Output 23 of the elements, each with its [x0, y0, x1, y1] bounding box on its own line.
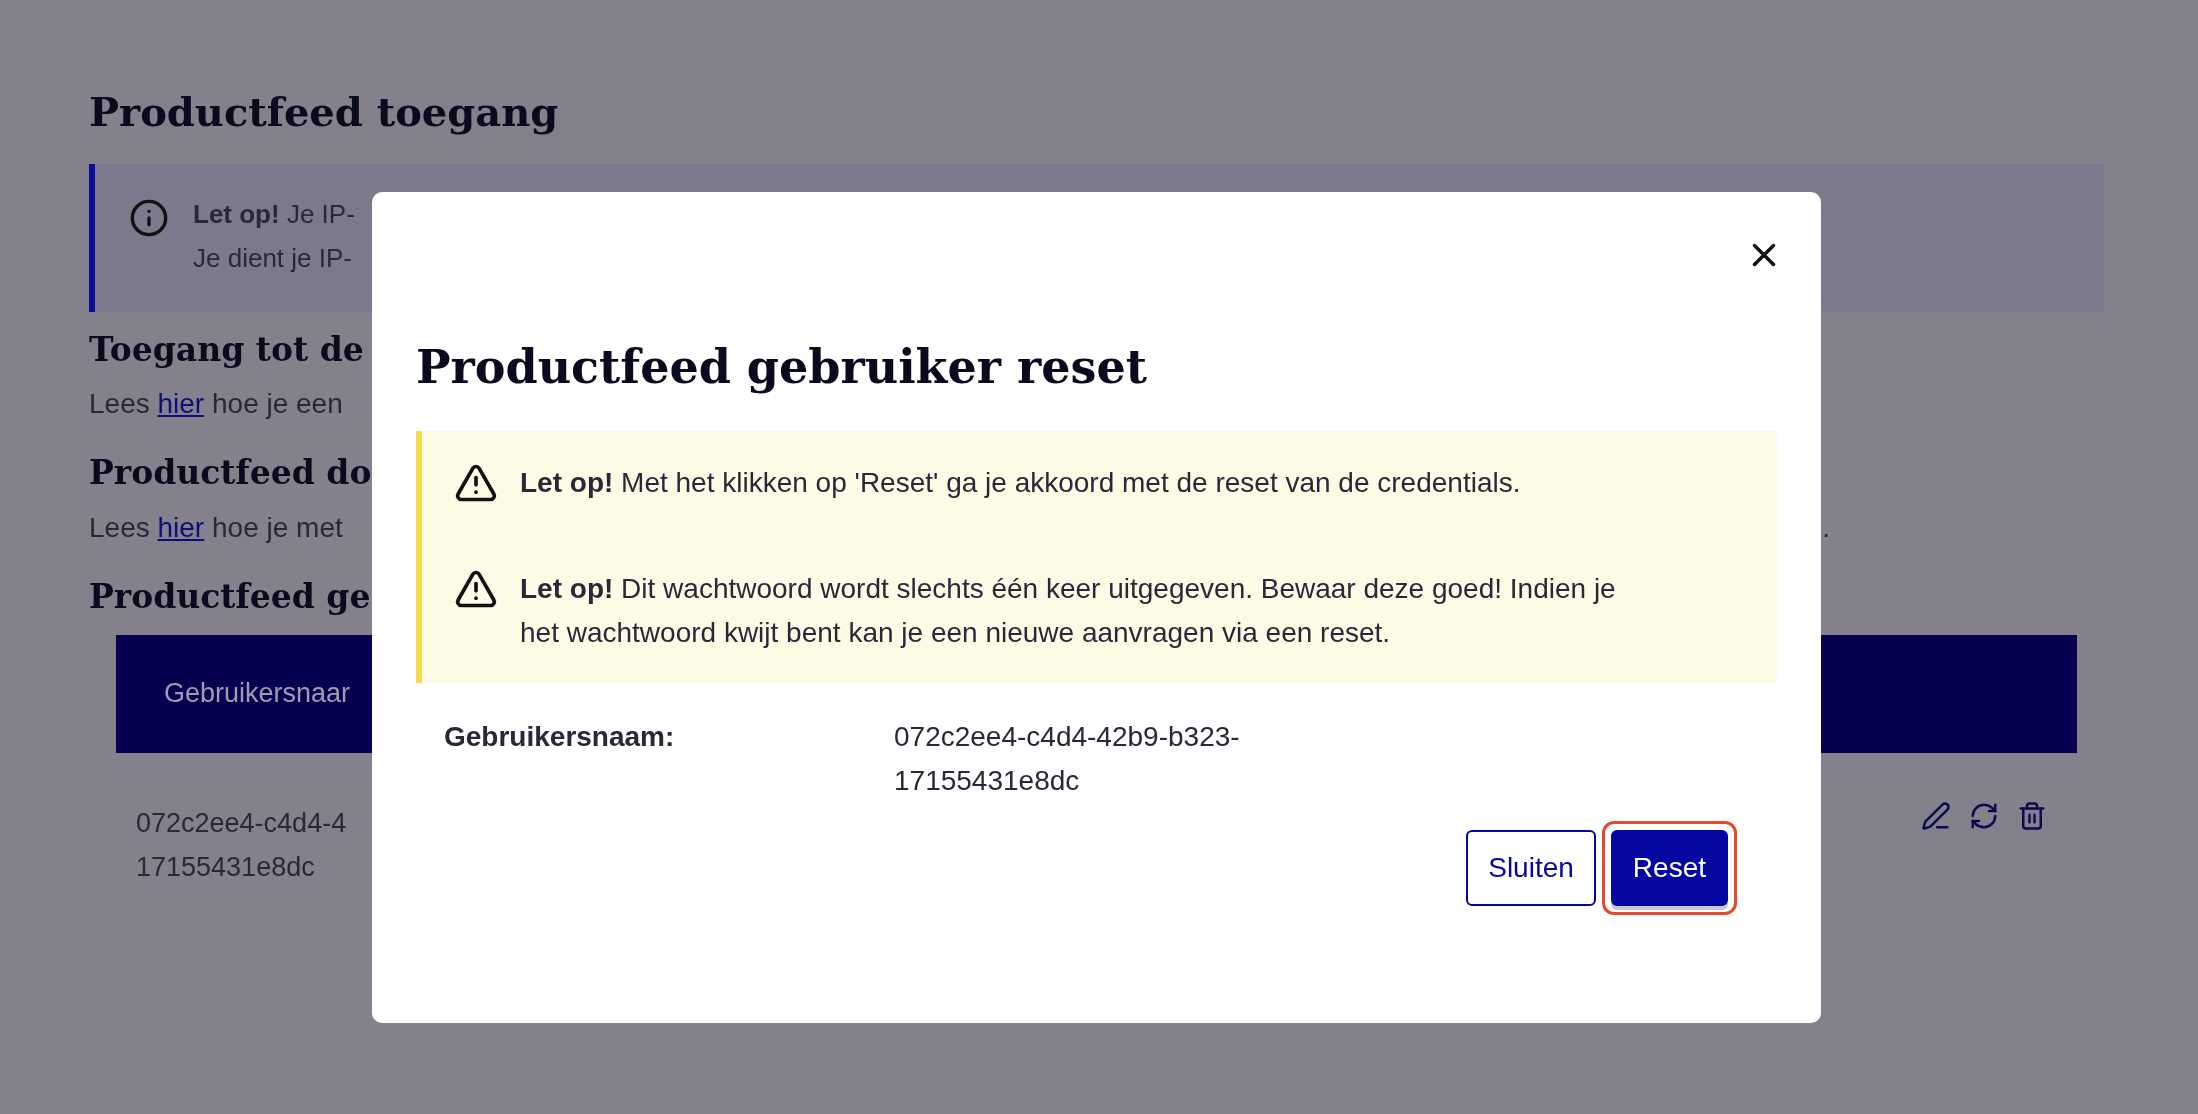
notice-text: Let op! Je IP- [193, 198, 355, 230]
field-label: Gebruikersnaam: [444, 719, 676, 754]
notice-text: Je dient je IP- [193, 242, 353, 274]
section-text: Lees hier hoe je een [89, 388, 343, 421]
edit-icon[interactable] [1921, 800, 1951, 831]
reset-button[interactable]: Reset [1601, 820, 1737, 915]
section-heading: Productfeed do [89, 455, 372, 492]
field-value: 072c2ee4-c4d4-42b9-b323-17155431e8dc [894, 719, 1241, 798]
warning-text: Let op! Met het klikken op 'Reset' ga je akkoord met de reset van de credentials. [520, 465, 1521, 500]
link[interactable]: hier [157, 511, 205, 543]
section-heading: Toegang tot de [89, 332, 364, 369]
table-cell-text: 072c2ee4-c4d4-4 17155431e8dc [136, 806, 347, 884]
link[interactable]: hier [157, 388, 205, 420]
warning-text: Let op! Dit wachtwoord wordt slechts één keer uitgegeven. Bewaar deze goed! Indien je het wachtwoord kwijt bent kan je een nieuwe aanvragen via een reset. [520, 571, 1617, 650]
modal-title: Productfeed gebruiker reset [416, 342, 1147, 393]
column-header: Gebruikersnaar [164, 678, 351, 710]
close-dialog-button[interactable]: Sluiten [1466, 829, 1596, 906]
section-text: Lees hier hoe je met [89, 511, 343, 544]
section-heading: Productfeed ge [89, 578, 371, 615]
info-icon [129, 198, 169, 238]
section-text: . [1822, 511, 1830, 544]
delete-icon[interactable] [2017, 800, 2047, 831]
page-title: Productfeed toegang [89, 90, 559, 134]
